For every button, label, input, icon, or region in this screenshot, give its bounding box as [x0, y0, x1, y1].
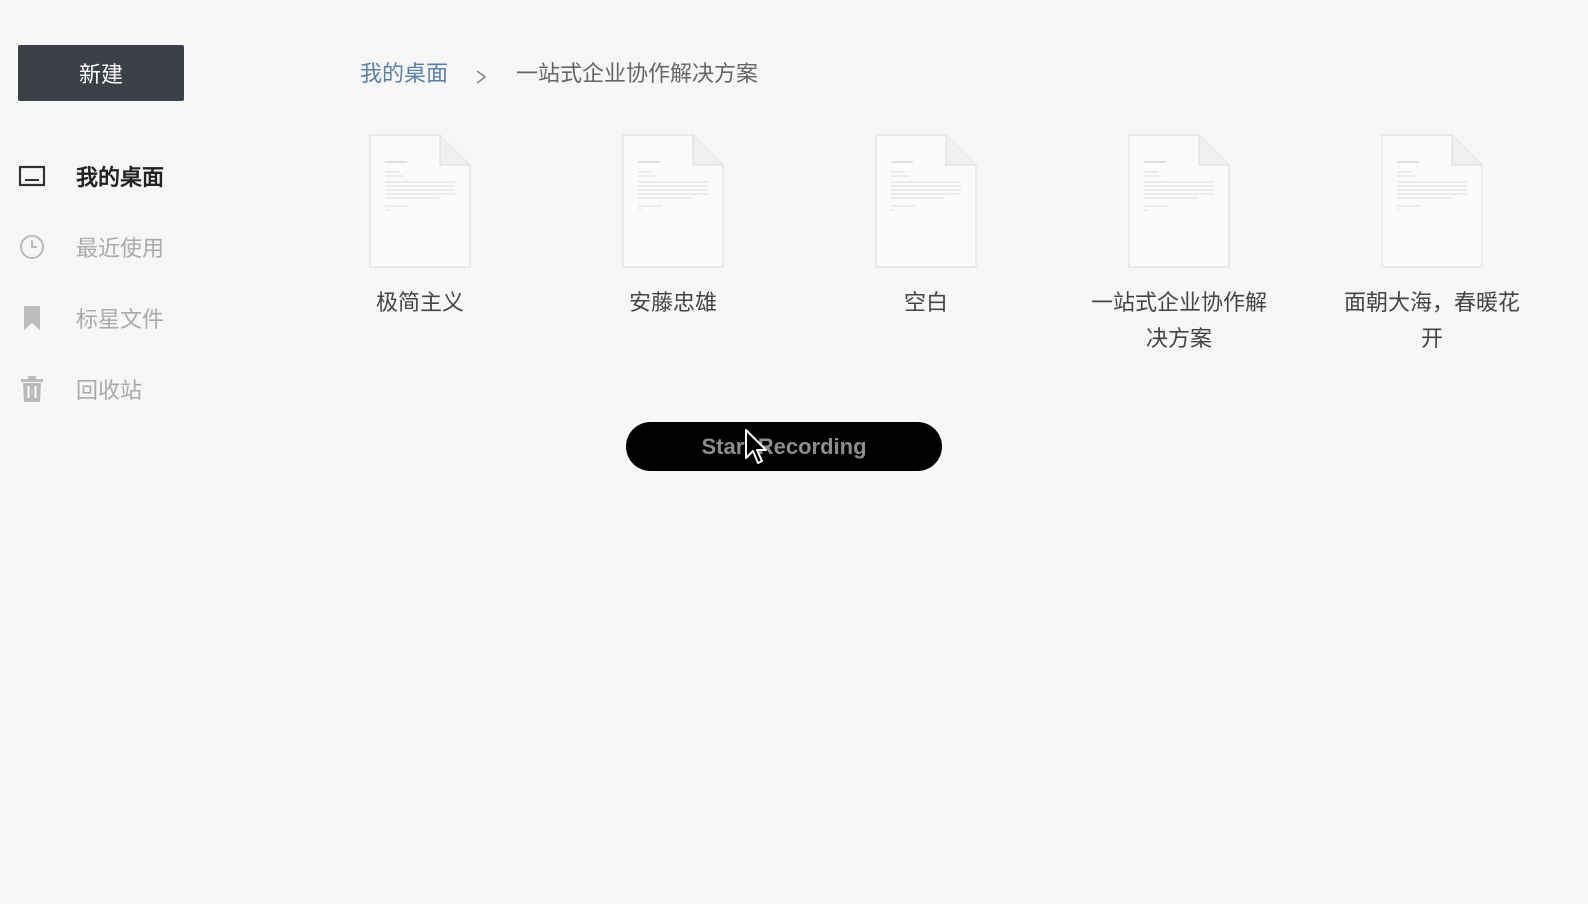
file-name: 空白 — [903, 291, 948, 316]
new-button[interactable]: 新建 — [18, 45, 184, 101]
clock-icon — [18, 233, 46, 261]
file-grid: 极简主义 安藤忠雄 空白 一站式企业协作解决方案 面朝大海，春暖花开 — [320, 134, 1560, 374]
file-name: 极简主义 — [375, 291, 464, 316]
desktop-icon — [18, 162, 46, 190]
file-name: 一站式企业协作解决方案 — [1090, 291, 1267, 352]
sidebar-item-label: 我的桌面 — [76, 166, 165, 191]
sidebar-item-starred[interactable]: 标星文件 — [0, 288, 240, 348]
sidebar-item-recent[interactable]: 最近使用 — [0, 217, 240, 277]
sidebar: 新建 我的桌面 最近使用 标星文件 回收站 — [0, 0, 260, 904]
sidebar-item-label: 最近使用 — [76, 237, 165, 262]
breadcrumb-root-link[interactable]: 我的桌面 — [360, 56, 448, 88]
breadcrumb: 我的桌面 一站式企业协作解决方案 — [360, 52, 758, 92]
document-icon — [875, 134, 977, 268]
document-icon — [622, 134, 724, 268]
breadcrumb-current: 一站式企业协作解决方案 — [516, 62, 759, 87]
document-icon — [1128, 134, 1230, 268]
file-name: 面朝大海，春暖花开 — [1343, 291, 1520, 352]
chevron-right-icon — [474, 65, 488, 84]
document-icon — [369, 134, 471, 268]
start-recording-button[interactable]: Start Recording — [626, 422, 942, 471]
document-icon — [1381, 134, 1483, 268]
sidebar-item-label: 标星文件 — [76, 308, 165, 333]
bookmark-icon — [18, 304, 46, 332]
file-name: 安藤忠雄 — [628, 291, 717, 316]
sidebar-item-trash[interactable]: 回收站 — [0, 359, 240, 419]
sidebar-item-label: 回收站 — [76, 379, 143, 404]
sidebar-item-my-desktop[interactable]: 我的桌面 — [0, 146, 240, 206]
trash-icon — [18, 375, 46, 403]
